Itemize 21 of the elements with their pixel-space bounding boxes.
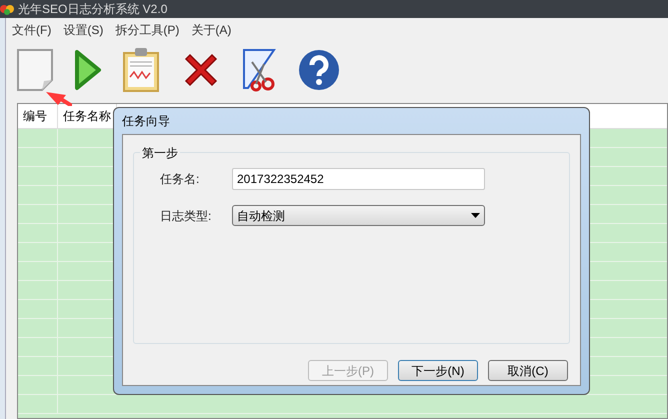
annotation-arrow — [46, 92, 72, 106]
dialog-title: 任务向导 — [122, 113, 171, 130]
scissors-icon[interactable] — [242, 48, 278, 92]
menu-item[interactable]: 拆分工具(P) — [115, 21, 180, 39]
task-name-field[interactable]: 2017322352452 — [232, 168, 485, 190]
menu-item[interactable]: 设置(S) — [63, 21, 104, 39]
dialog-button[interactable]: 下一步(N) — [398, 360, 478, 381]
blank-page-icon[interactable] — [16, 48, 54, 92]
clipboard-chart-icon[interactable] — [122, 47, 160, 93]
app-logo-icon — [0, 3, 14, 15]
menu-item[interactable]: 关于(A) — [191, 21, 232, 39]
play-icon[interactable] — [74, 49, 102, 91]
dropdown-caret-icon — [471, 213, 480, 218]
window-title: 光年SEO日志分析系统 V2.0 — [18, 2, 168, 16]
menu-item[interactable]: 文件(F) — [12, 21, 52, 39]
field-label: 日志类型: — [160, 208, 212, 224]
group-title: 第一步 — [140, 144, 180, 162]
help-icon[interactable] — [298, 49, 340, 91]
dialog-button[interactable]: 取消(C) — [488, 360, 568, 381]
log-type-dropdown[interactable]: 自动检测 — [232, 205, 485, 226]
field-label: 任务名: — [160, 171, 200, 188]
